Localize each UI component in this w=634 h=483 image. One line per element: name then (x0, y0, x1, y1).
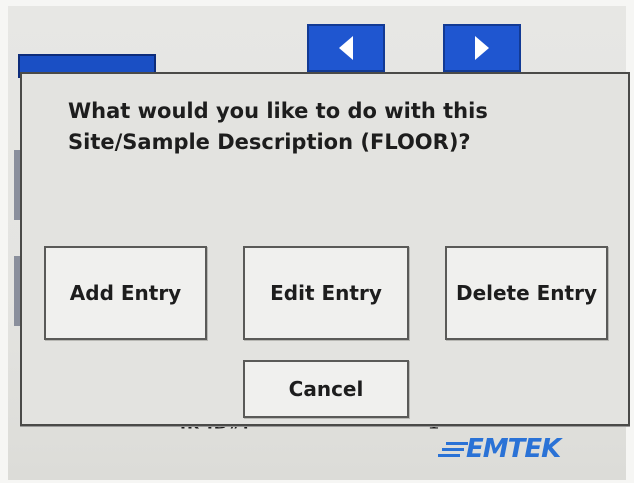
question-line-1: What would you like to do with this (68, 99, 488, 123)
arrow-left-icon (339, 36, 353, 60)
logo-stripe (442, 448, 464, 451)
edit-entry-button[interactable]: Edit Entry (243, 246, 409, 340)
question-line-2: Site/Sample Description (FLOOR)? (68, 130, 471, 154)
cancel-button[interactable]: Cancel (243, 360, 409, 418)
logo-stripe (446, 442, 468, 445)
emtek-logo: EMTEK (438, 434, 561, 464)
add-entry-button[interactable]: Add Entry (44, 246, 207, 340)
logo-stripe (438, 454, 460, 457)
arrow-right-icon (475, 36, 489, 60)
delete-entry-button[interactable]: Delete Entry (445, 246, 608, 340)
previous-button[interactable] (307, 24, 385, 72)
next-button[interactable] (443, 24, 521, 72)
logo-text: EMTEK (466, 434, 561, 464)
dialog-question: What would you like to do with this Site… (68, 96, 588, 158)
action-dialog: What would you like to do with this Site… (20, 72, 630, 426)
